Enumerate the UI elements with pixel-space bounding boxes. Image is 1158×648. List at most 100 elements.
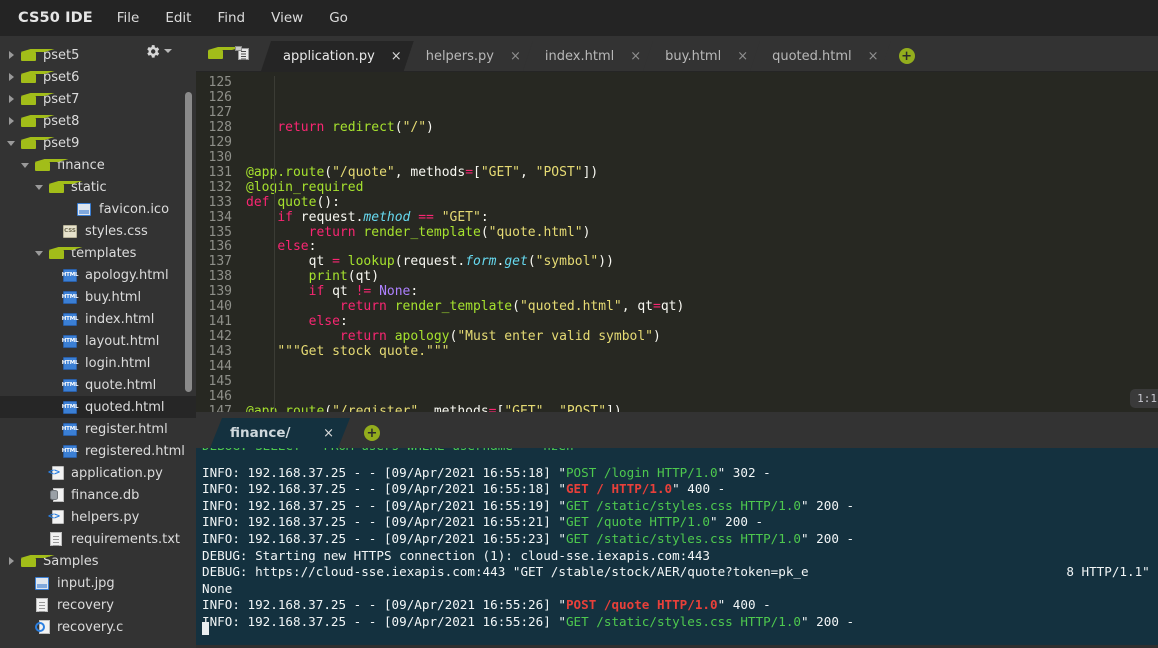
image-file-icon (35, 576, 49, 590)
terminal-line: INFO: 192.168.37.25 - - [09/Apr/2021 16:… (202, 514, 764, 530)
tree-item-input-jpg[interactable]: input.jpg (0, 572, 196, 594)
menu-item-go[interactable]: Go (317, 6, 360, 30)
code-line: if qt != None: (308, 284, 419, 300)
tree-item-static[interactable]: static (0, 176, 196, 198)
code-line: """Get stock quote.""" (277, 344, 450, 360)
code-viewport[interactable]: 125 126 127 128 129 130 131 132 133 134 135 136 137 1… (196, 72, 1158, 412)
close-icon[interactable]: × (510, 50, 521, 63)
menu-item-file[interactable]: File (105, 6, 152, 30)
tree-item-label: favicon.ico (99, 201, 170, 217)
tree-item-requirements-txt[interactable]: requirements.txt (0, 528, 196, 550)
tree-item-recovery-c[interactable]: recovery.c (0, 616, 196, 638)
chevron-down-icon[interactable] (32, 184, 46, 190)
tree-item-recovery[interactable]: recovery (0, 594, 196, 616)
folder-icon (48, 247, 64, 259)
editor-tab-quoted-html[interactable]: quoted.html × (750, 41, 890, 71)
chevron-down-icon[interactable] (4, 140, 18, 146)
tree-item-helpers-py[interactable]: <> helpers.py (0, 506, 196, 528)
editor-tab-buy-html[interactable]: buy.html × (643, 41, 760, 71)
terminal-line: DEBUG: Starting new HTTPS connection (1)… (202, 547, 710, 563)
chevron-right-icon[interactable] (4, 117, 18, 125)
html-file-icon: HTML (62, 312, 78, 326)
terminal-output[interactable]: DEBUG: SELECT * FROM users WHERE usernam… (196, 448, 1158, 648)
editor-tab-index-html[interactable]: index.html × (523, 41, 653, 71)
menu-item-view[interactable]: View (259, 6, 315, 30)
tree-item-templates[interactable]: templates (0, 242, 196, 264)
menubar: CS50 IDE File Edit Find View Go (0, 0, 1158, 36)
tree-item-favicon-ico[interactable]: favicon.ico (0, 198, 196, 220)
chevron-right-icon[interactable] (4, 557, 18, 565)
tree-item-apology-html[interactable]: HTML apology.html (0, 264, 196, 286)
line-number: 142 (208, 329, 232, 345)
tree-item-pset7[interactable]: pset7 (0, 88, 196, 110)
tree-item-index-html[interactable]: HTML index.html (0, 308, 196, 330)
editor-tab-application-py[interactable]: application.py × (261, 41, 414, 71)
code-line: return render_template("quote.html") (308, 224, 591, 240)
close-icon[interactable]: × (868, 50, 879, 63)
folder-icon (48, 181, 64, 193)
close-icon[interactable]: × (737, 50, 748, 63)
code-line: def quote(): (246, 194, 340, 210)
chevron-down-icon[interactable] (18, 162, 32, 168)
menu-item-find[interactable]: Find (205, 6, 257, 30)
tree-item-styles-css[interactable]: CSS styles.css (0, 220, 196, 242)
tree-item-finance[interactable]: finance (0, 154, 196, 176)
folder-icon (20, 93, 36, 105)
chevron-right-icon[interactable] (4, 95, 18, 103)
terminal-tab-finance[interactable]: finance/ × (210, 418, 350, 448)
line-number: 128 (208, 119, 232, 135)
code-line: return redirect("/") (277, 119, 434, 135)
terminal-cursor (202, 621, 1158, 638)
tree-item-samples[interactable]: Samples (0, 550, 196, 572)
tree-item-label: application.py (71, 465, 163, 481)
tree-item-quote-html[interactable]: HTML quote.html (0, 374, 196, 396)
line-number: 125 (208, 75, 232, 90)
folder-icon[interactable] (208, 47, 223, 59)
sidebar-toolbar (126, 36, 196, 66)
new-terminal-button[interactable]: + (364, 425, 380, 441)
tree-item-label: quoted.html (85, 399, 165, 415)
new-tab-button[interactable]: + (898, 48, 915, 64)
chevron-right-icon[interactable] (4, 51, 18, 59)
close-icon[interactable]: × (630, 50, 641, 63)
line-number: 126 (208, 89, 232, 105)
line-number: 135 (208, 224, 232, 240)
menu-item-edit[interactable]: Edit (153, 6, 203, 30)
outline-icon[interactable] (235, 46, 249, 60)
tree-item-login-html[interactable]: HTML login.html (0, 352, 196, 374)
tree-item-label: quote.html (85, 377, 157, 393)
tree-item-quoted-html[interactable]: HTML quoted.html (0, 396, 196, 418)
sidebar-scrollbar[interactable] (185, 92, 192, 392)
code-line: return apology("Must enter valid symbol"… (339, 329, 661, 345)
editor-tab-helpers-py[interactable]: helpers.py × (404, 41, 533, 71)
chevron-right-icon[interactable] (4, 73, 18, 81)
html-file-icon: HTML (62, 378, 78, 392)
chevron-down-icon[interactable] (32, 250, 46, 256)
tree-item-application-py[interactable]: <> application.py (0, 462, 196, 484)
close-icon[interactable]: × (391, 50, 402, 63)
line-number: 134 (208, 209, 232, 225)
tree-item-buy-html[interactable]: HTML buy.html (0, 286, 196, 308)
code-content[interactable]: return redirect("/") @app.route("/quote"… (241, 76, 1158, 412)
line-number: 146 (208, 389, 232, 405)
tree-item-pset9[interactable]: pset9 (0, 132, 196, 154)
tree-item-label: requirements.txt (71, 531, 181, 547)
tree-item-label: styles.css (85, 223, 148, 239)
line-number: 132 (208, 179, 232, 195)
tree-item-layout-html[interactable]: HTML layout.html (0, 330, 196, 352)
file-tree: pset5 pset6 pset7 pset8 pset9 finance static fa… (0, 36, 196, 638)
tree-item-finance-db[interactable]: finance.db (0, 484, 196, 506)
sidebar-settings-button[interactable] (144, 43, 172, 60)
tree-item-register-html[interactable]: HTML register.html (0, 418, 196, 440)
tree-item-pset6[interactable]: pset6 (0, 66, 196, 88)
code-line: qt = lookup(request.form.get("symbol")) (308, 254, 614, 270)
tree-item-pset8[interactable]: pset8 (0, 110, 196, 132)
image-file-icon (77, 202, 91, 216)
line-number-gutter: 125 126 127 128 129 130 131 132 133 134 135 136 137 1… (196, 75, 241, 412)
code-line: else: (277, 239, 317, 255)
line-number: 145 (208, 374, 232, 390)
tree-item-registered-html[interactable]: HTML registered.html (0, 440, 196, 462)
close-icon[interactable]: × (323, 426, 340, 441)
